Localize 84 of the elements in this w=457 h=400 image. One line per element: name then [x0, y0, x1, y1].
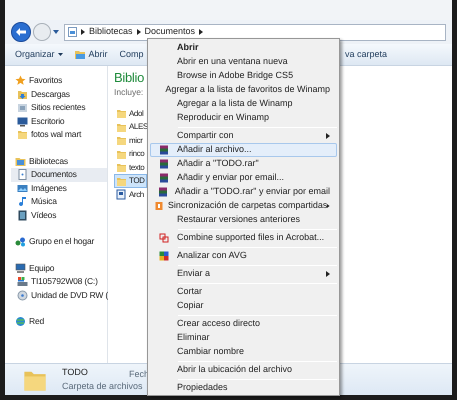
image-icon: [17, 182, 28, 194]
menu-item[interactable]: Abrir: [150, 41, 337, 55]
sidebar-item[interactable]: TI105792W08 (C:): [11, 275, 107, 288]
film-icon: [17, 210, 28, 221]
library-heading: Biblio: [114, 70, 144, 86]
star-icon: [15, 75, 26, 86]
stacked-books-icon: [159, 159, 169, 169]
stacked-books-icon: [159, 173, 169, 183]
sidebar-item[interactable]: Escritorio: [11, 114, 107, 128]
menu-item[interactable]: Enviar a: [150, 267, 337, 281]
file-item[interactable]: Adol: [114, 106, 146, 120]
drive-icon: [17, 276, 28, 288]
menu-item[interactable]: Abrir en una ventana nueva: [150, 55, 337, 69]
menu-item[interactable]: Añadir a "TODO.rar": [150, 157, 337, 171]
file-item[interactable]: rinco: [114, 147, 146, 161]
sidebar-item[interactable]: Documentos: [11, 168, 107, 182]
menu-item[interactable]: Cambiar nombre: [150, 345, 337, 359]
caret-down-icon: [58, 53, 63, 56]
sidebar-item[interactable]: Bibliotecas: [15, 154, 107, 168]
library-icon: [68, 27, 77, 37]
sidebar-item[interactable]: Descargas: [11, 88, 107, 101]
avg-icon: [159, 251, 169, 261]
arrow-left-icon: [16, 28, 26, 36]
menu-item[interactable]: Agregar a la lista de favoritos de Winamp: [150, 83, 337, 97]
toolbar-button[interactable]: Comp: [120, 48, 144, 62]
monitor-icon: [17, 116, 28, 127]
menu-item[interactable]: Copiar: [150, 299, 337, 313]
document-icon: [116, 189, 127, 200]
chevron-right-icon: [199, 29, 204, 35]
sidebar-item[interactable]: Vídeos: [11, 208, 107, 222]
file-item[interactable]: TOD: [114, 174, 147, 188]
menu-item[interactable]: Agregar a la lista de Winamp: [150, 97, 337, 111]
menu-item[interactable]: Añadir a "TODO.rar" y enviar por email: [150, 185, 337, 199]
menu-item[interactable]: Restaurar versiones anteriores: [150, 213, 337, 227]
chevron-right-icon: [136, 29, 141, 35]
sync-icon: [154, 201, 164, 211]
dvd-drive-icon: [17, 290, 28, 301]
sidebar-item[interactable]: Grupo en el hogar: [15, 235, 107, 248]
toolbar-button[interactable]: Abrir: [74, 48, 108, 62]
chevron-right-icon: [81, 29, 85, 35]
sidebar-item[interactable]: Red: [15, 315, 107, 328]
file-item[interactable]: micr: [114, 134, 145, 148]
acrobat-icon: [159, 233, 169, 243]
music-note-icon: [17, 196, 28, 208]
document-icon: [17, 169, 28, 180]
sidebar-item[interactable]: Sitios recientes: [11, 101, 107, 114]
menu-item[interactable]: Sincronización de carpetas compartidas: [150, 199, 337, 213]
menu-item[interactable]: Propiedades: [150, 381, 337, 395]
breadcrumb[interactable]: Documentos: [144, 25, 196, 39]
breadcrumb[interactable]: Bibliotecas: [89, 25, 133, 39]
menu-item[interactable]: Crear acceso directo: [150, 317, 337, 331]
address-bar[interactable]: Bibliotecas Documentos: [64, 24, 446, 40]
sidebar-item[interactable]: fotos wal mart: [11, 128, 107, 142]
network-icon: [15, 316, 26, 328]
sidebar-item[interactable]: Música: [11, 195, 107, 208]
item-type: Carpeta de archivos: [62, 380, 143, 393]
menu-item[interactable]: Analizar con AVG: [150, 249, 337, 263]
toolbar-button[interactable]: Organizar: [15, 48, 63, 62]
homegroup-icon: [15, 236, 26, 248]
stacked-books-icon: [158, 187, 168, 197]
sidebar-item[interactable]: Equipo: [15, 262, 107, 275]
includes-label: Incluye:: [114, 86, 144, 99]
menu-item[interactable]: Cortar: [150, 285, 337, 299]
file-item[interactable]: texto: [114, 160, 146, 174]
menu-item[interactable]: Abrir la ubicación del archivo: [150, 363, 337, 377]
sidebar-item[interactable]: Imágenes: [11, 182, 107, 195]
menu-item[interactable]: Compartir con: [150, 129, 337, 143]
item-name: TODO: [62, 366, 88, 379]
stacked-books-icon: [159, 145, 169, 155]
library-icon: [15, 156, 26, 167]
menu-item[interactable]: Browse in Adobe Bridge CS5: [150, 69, 337, 83]
menu-item[interactable]: Eliminar: [150, 331, 337, 345]
computer-icon: [15, 262, 26, 274]
toolbar-button[interactable]: va carpeta: [345, 48, 388, 62]
menu-item[interactable]: Añadir y enviar por email...: [150, 171, 337, 185]
sidebar-item[interactable]: Favoritos: [15, 74, 107, 88]
menu-item[interactable]: Reproducir en Winamp: [150, 111, 337, 125]
file-item[interactable]: ALES: [114, 120, 150, 134]
menu-item[interactable]: Añadir al archivo...: [150, 143, 337, 157]
back-button[interactable]: [11, 22, 31, 42]
caret-down-icon[interactable]: [53, 30, 59, 34]
sidebar-item[interactable]: Unidad de DVD RW (: [11, 288, 107, 302]
file-item[interactable]: Arch: [114, 188, 146, 202]
menu-item[interactable]: Combine supported files in Acrobat...: [150, 231, 337, 245]
